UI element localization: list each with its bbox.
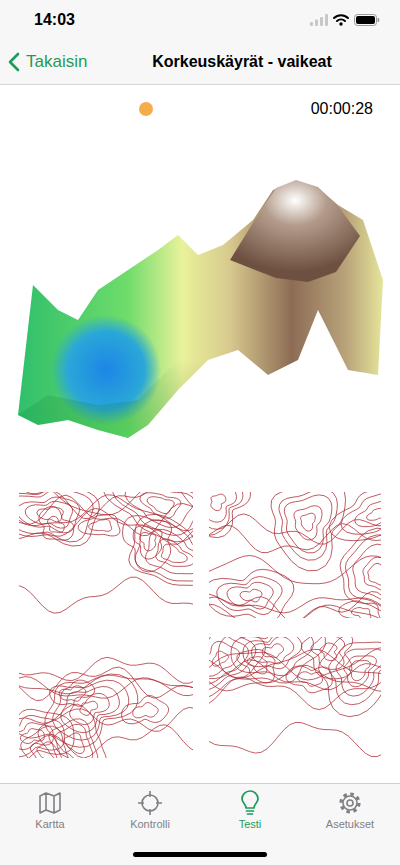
- answer-options: [0, 490, 400, 760]
- status-dot: [139, 102, 153, 116]
- home-indicator: [133, 852, 267, 857]
- screen: 14:03 TakaisinKorkeuskäyrät - vaikeat 00:0…: [0, 0, 400, 865]
- contour-map-option[interactable]: [207, 490, 383, 620]
- map-icon: [37, 790, 63, 816]
- status-bar: 14:03: [0, 0, 400, 44]
- nav-bar: TakaisinKorkeuskäyrät - vaikeat: [0, 44, 400, 85]
- contour-map: [209, 492, 381, 618]
- contour-map-option[interactable]: [207, 635, 383, 760]
- contour-map: [19, 637, 193, 758]
- contour-map: [209, 637, 381, 758]
- quiz-content: 00:00:28: [0, 85, 400, 783]
- lightbulb-icon: [237, 790, 263, 816]
- terrain-3d-view[interactable]: [18, 160, 383, 445]
- tab-label: Asetukset: [326, 818, 374, 830]
- crosshair-icon: [137, 790, 163, 816]
- contour-map: [19, 492, 193, 618]
- tab-item[interactable]: Kartta: [0, 789, 100, 865]
- tab-label: Kontrolli: [130, 818, 170, 830]
- tab-item[interactable]: Asetukset: [300, 789, 400, 865]
- status-time: 14:03: [34, 11, 75, 29]
- contour-map-option[interactable]: [17, 490, 195, 620]
- chevron-left-icon: [8, 52, 20, 72]
- back-label: Takaisin: [26, 52, 87, 72]
- terrain-image: [18, 160, 383, 445]
- contour-map-option[interactable]: [17, 635, 195, 760]
- timer: 00:00:28: [311, 100, 373, 118]
- back-button[interactable]: Takaisin: [0, 52, 87, 72]
- status-icons: [310, 14, 380, 26]
- tab-label: Testi: [239, 818, 262, 830]
- wifi-icon: [333, 14, 349, 26]
- tab-label: Kartta: [35, 818, 64, 830]
- quiz-header: 00:00:28: [0, 100, 400, 118]
- gear-icon: [337, 790, 363, 816]
- signal-icon: [310, 14, 328, 26]
- battery-icon: [354, 14, 380, 26]
